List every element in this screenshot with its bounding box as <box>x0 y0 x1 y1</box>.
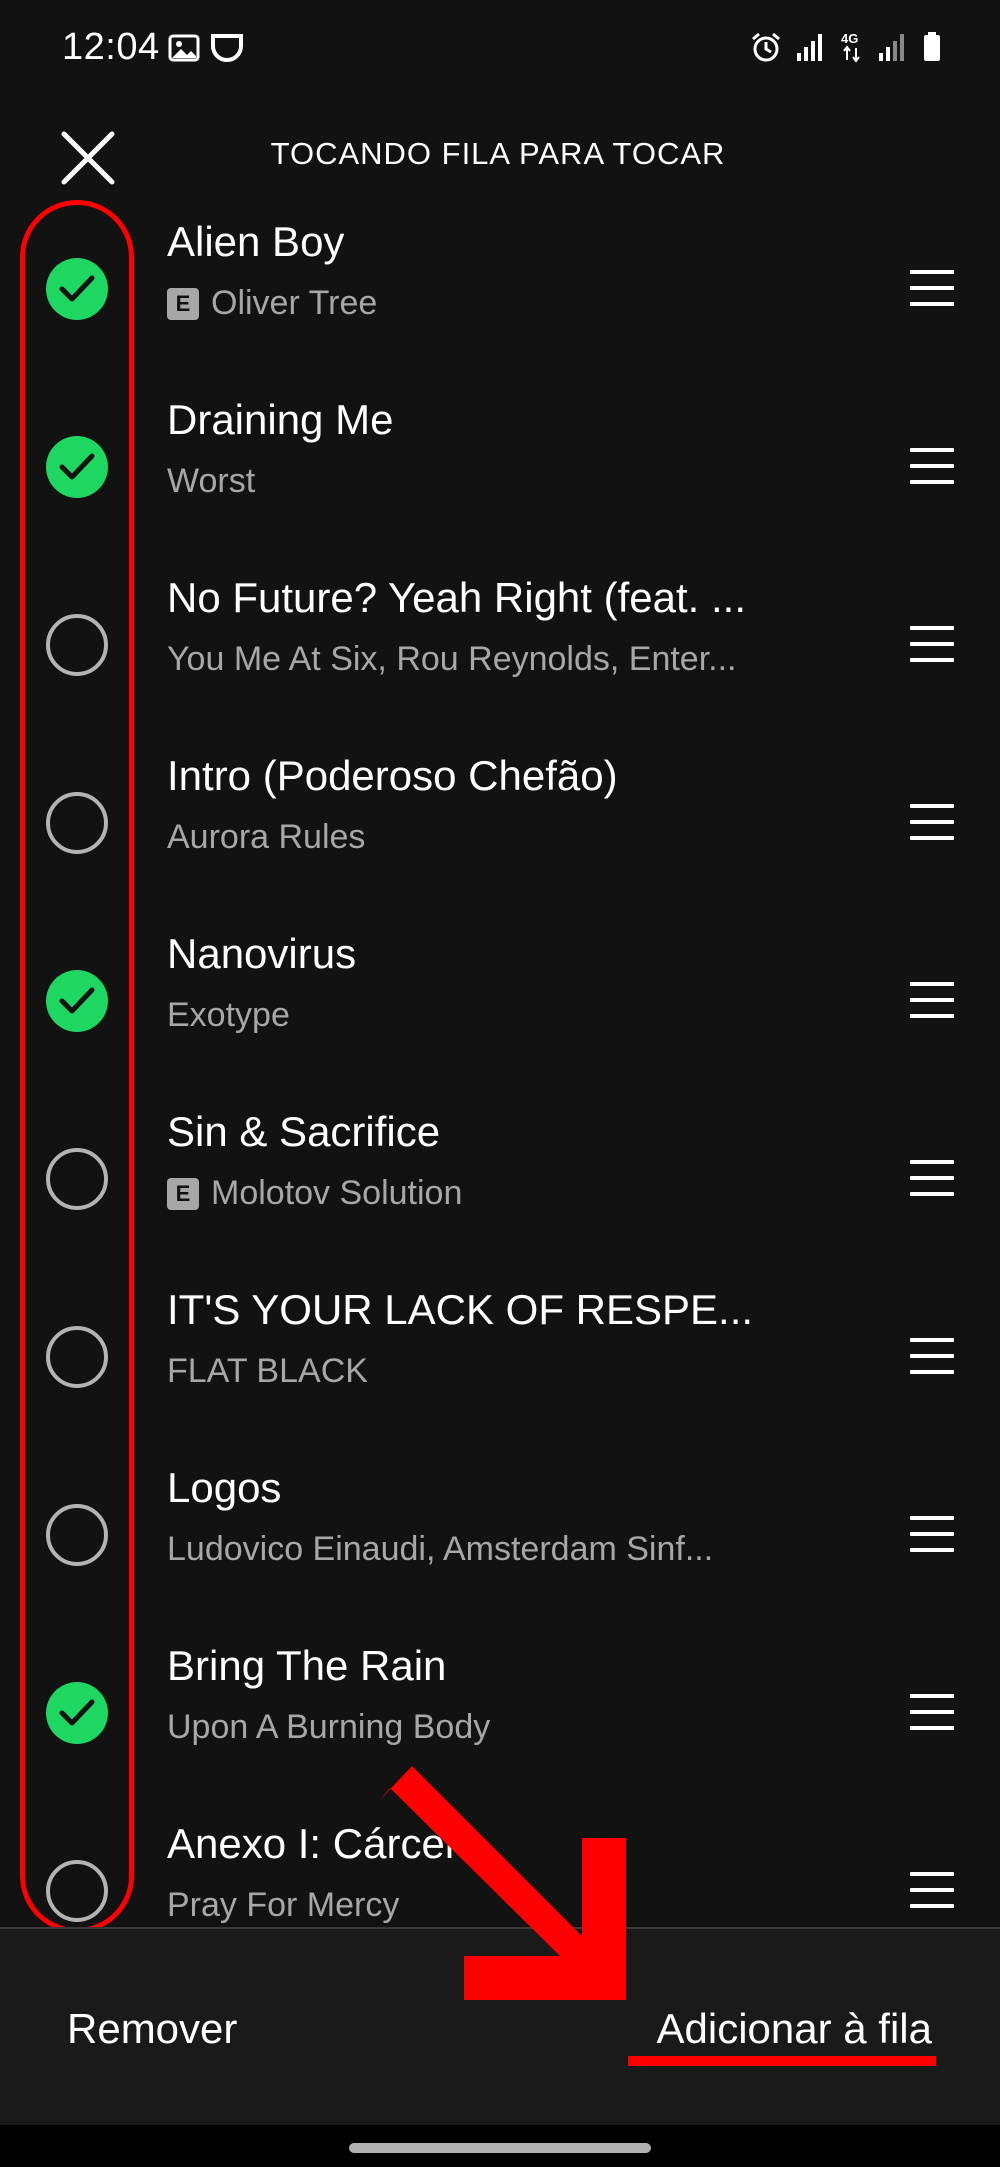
alarm-icon <box>752 32 780 62</box>
track-artist: Oliver Tree <box>211 284 378 322</box>
track-row[interactable]: Sin & Sacrifice E Molotov Solution <box>0 1090 1000 1268</box>
track-artist-line: You Me At Six, Rou Reynolds, Enter... <box>167 640 737 679</box>
drag-handle-icon[interactable] <box>910 1872 954 1908</box>
track-row[interactable]: Draining Me Worst <box>0 378 1000 556</box>
queue-screen: 12:04 4G TOCANDO FILA PARA TOCAR Alien B… <box>0 0 1000 2167</box>
notification-icons <box>168 32 244 64</box>
checked-checkbox[interactable] <box>46 258 108 320</box>
track-artist-line: Aurora Rules <box>167 818 365 857</box>
checkmark-icon <box>59 453 95 480</box>
track-artist: Upon A Burning Body <box>167 1708 491 1746</box>
checkmark-icon <box>59 1699 95 1726</box>
track-artist: You Me At Six, Rou Reynolds, Enter... <box>167 640 737 678</box>
system-nav-bar <box>0 2125 1000 2167</box>
unchecked-checkbox[interactable] <box>46 1326 108 1388</box>
drag-handle-icon[interactable] <box>910 1338 954 1374</box>
track-artist-line: Exotype <box>167 996 290 1035</box>
track-artist: Aurora Rules <box>167 818 366 856</box>
track-title: Bring The Rain <box>167 1642 447 1689</box>
annotation-underline <box>628 2056 936 2066</box>
drag-handle-icon[interactable] <box>910 1160 954 1196</box>
track-title: Alien Boy <box>167 218 345 265</box>
unchecked-checkbox[interactable] <box>46 1860 108 1922</box>
queue-header: TOCANDO FILA PARA TOCAR <box>0 100 1000 210</box>
system-icons: 4G <box>750 30 942 64</box>
track-artist-line: Pray For Mercy <box>167 1886 399 1925</box>
explicit-badge: E <box>167 1177 199 1210</box>
track-title: Intro (Poderoso Chefão) <box>167 752 618 799</box>
track-artist-line: Worst <box>167 462 255 501</box>
drag-handle-icon[interactable] <box>910 1694 954 1730</box>
track-row[interactable]: Alien Boy E Oliver Tree <box>0 200 1000 378</box>
track-row[interactable]: Intro (Poderoso Chefão) Aurora Rules <box>0 734 1000 912</box>
track-artist: Ludovico Einaudi, Amsterdam Sinf... <box>167 1530 714 1568</box>
drag-handle-icon[interactable] <box>910 982 954 1018</box>
svg-text:4G: 4G <box>841 31 858 46</box>
track-row[interactable]: Nanovirus Exotype <box>0 912 1000 1090</box>
track-title: Anexo I: Cárcere <box>167 1820 483 1867</box>
signal-icon-2 <box>879 34 904 61</box>
drag-handle-icon[interactable] <box>910 270 954 306</box>
drag-handle-icon[interactable] <box>910 448 954 484</box>
unchecked-checkbox[interactable] <box>46 792 108 854</box>
track-title: No Future? Yeah Right (feat. ... <box>167 574 747 621</box>
track-title: IT'S YOUR LACK OF RESPE... <box>167 1286 754 1333</box>
track-artist: FLAT BLACK <box>167 1352 368 1390</box>
track-title: Draining Me <box>167 396 394 443</box>
track-artist-line: Ludovico Einaudi, Amsterdam Sinf... <box>167 1530 713 1569</box>
track-artist-line: E Molotov Solution <box>167 1174 462 1213</box>
track-title: Sin & Sacrifice <box>167 1108 441 1155</box>
unchecked-checkbox[interactable] <box>46 1148 108 1210</box>
status-bar: 12:04 4G <box>0 0 1000 100</box>
signal-icon <box>797 34 822 61</box>
track-artist-line: Upon A Burning Body <box>167 1708 490 1747</box>
checkmark-icon <box>59 987 95 1014</box>
track-artist-line: FLAT BLACK <box>167 1352 368 1391</box>
unchecked-checkbox[interactable] <box>46 614 108 676</box>
track-title: Nanovirus <box>167 930 357 977</box>
battery-icon <box>924 32 940 61</box>
track-row[interactable]: No Future? Yeah Right (feat. ... You Me A… <box>0 556 1000 734</box>
unchecked-checkbox[interactable] <box>46 1504 108 1566</box>
remove-button[interactable]: Remover <box>67 2005 237 2053</box>
queue-action-bar: Remover Adicionar à fila <box>0 1927 1000 2125</box>
track-row[interactable]: IT'S YOUR LACK OF RESPE... FLAT BLACK <box>0 1268 1000 1446</box>
status-time: 12:04 <box>62 26 160 68</box>
network-4g-icon: 4G <box>841 31 860 63</box>
checked-checkbox[interactable] <box>46 970 108 1032</box>
home-indicator[interactable] <box>349 2143 651 2153</box>
checkmark-icon <box>59 275 95 302</box>
track-title: Logos <box>167 1464 282 1511</box>
explicit-badge: E <box>167 287 199 320</box>
track-artist: Worst <box>167 462 256 500</box>
checked-checkbox[interactable] <box>46 436 108 498</box>
track-artist: Molotov Solution <box>211 1174 463 1212</box>
drag-handle-icon[interactable] <box>910 1516 954 1552</box>
track-artist: Exotype <box>167 996 290 1034</box>
drag-handle-icon[interactable] <box>910 626 954 662</box>
drag-handle-icon[interactable] <box>910 804 954 840</box>
checked-checkbox[interactable] <box>46 1682 108 1744</box>
add-to-queue-button[interactable]: Adicionar à fila <box>657 2005 932 2053</box>
track-artist: Pray For Mercy <box>167 1886 400 1924</box>
page-title: TOCANDO FILA PARA TOCAR <box>270 136 726 171</box>
track-row[interactable]: Logos Ludovico Einaudi, Amsterdam Sinf... <box>0 1446 1000 1624</box>
track-artist-line: E Oliver Tree <box>167 284 377 323</box>
app-notification-icon <box>211 34 243 62</box>
gallery-icon <box>168 34 200 62</box>
track-row[interactable]: Bring The Rain Upon A Burning Body <box>0 1624 1000 1802</box>
